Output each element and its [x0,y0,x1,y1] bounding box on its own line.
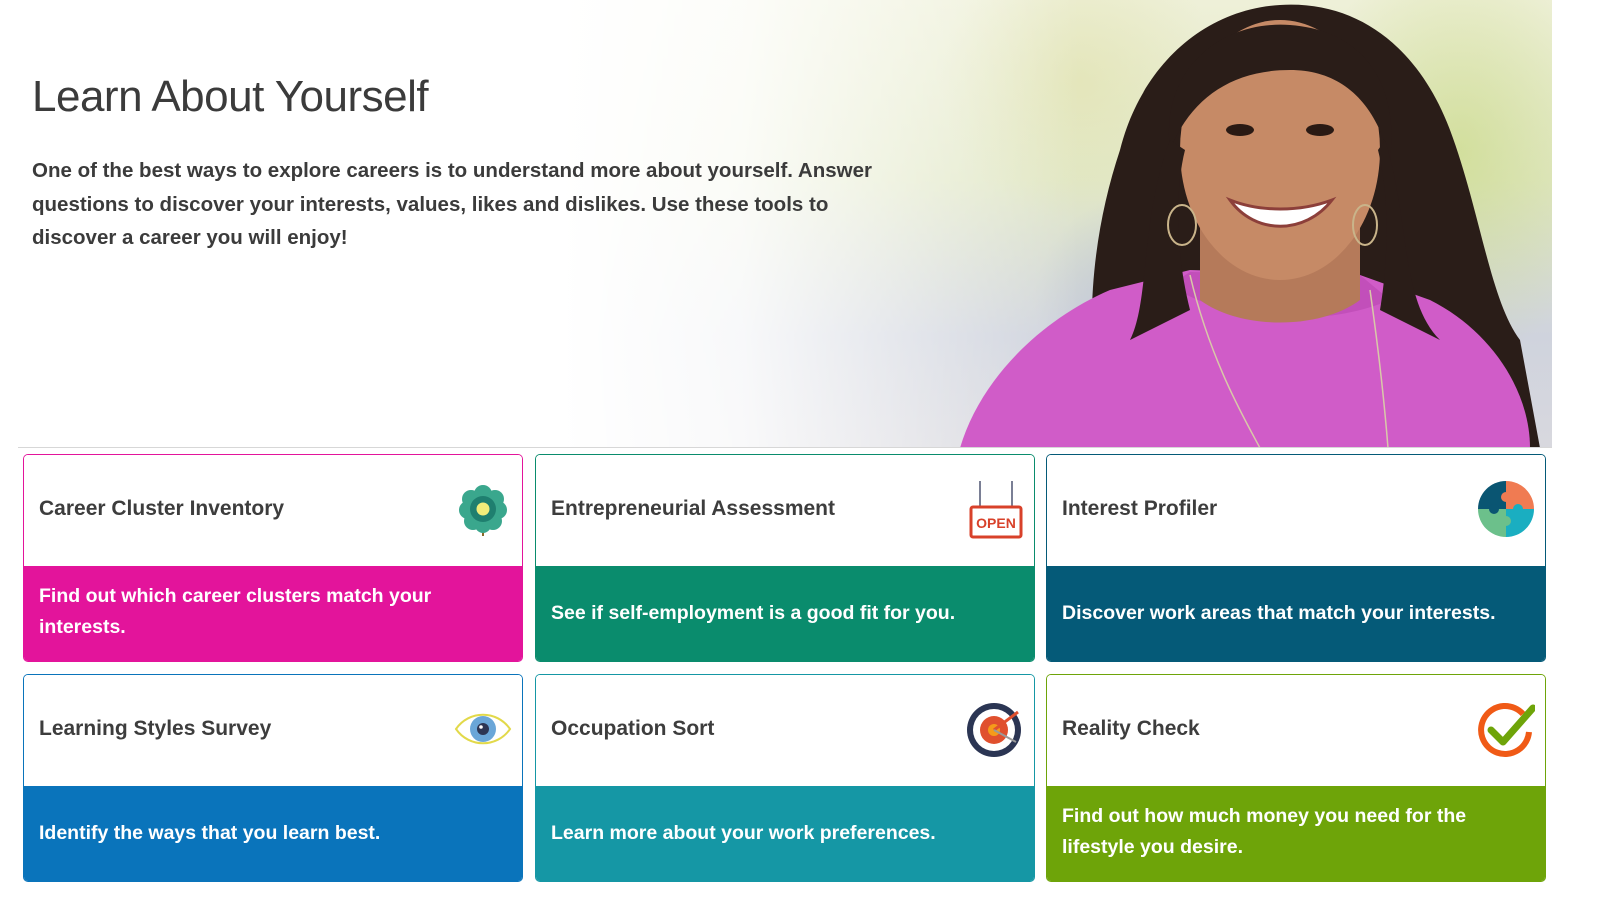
hero-banner: Learn About Yourself One of the best way… [0,0,1552,448]
card-header: Reality Check [1047,675,1545,786]
page-title: Learn About Yourself [32,72,429,121]
card-entrepreneurial-assessment[interactable]: Entrepreneurial Assessment OPEN See if s… [535,454,1035,662]
card-header: Interest Profiler [1047,455,1545,566]
card-description: Identify the ways that you learn best. [39,822,381,844]
card-title[interactable]: Occupation Sort [551,717,714,741]
section-divider [18,447,1552,448]
card-description: Find out which career clusters match you… [39,584,432,638]
target-icon [967,703,1021,757]
card-body: Find out which career clusters match you… [24,566,522,661]
card-title[interactable]: Reality Check [1062,717,1200,741]
card-header: Occupation Sort [536,675,1034,786]
card-title[interactable]: Entrepreneurial Assessment [551,497,835,521]
flower-icon [459,485,507,536]
checkmark-icon [1478,702,1535,757]
card-description: Learn more about your work preferences. [551,822,936,844]
card-reality-check[interactable]: Reality Check Find out how much money yo… [1046,674,1546,882]
hero-description: One of the best ways to explore careers … [32,159,872,249]
card-body: Learn more about your work preferences. [536,786,1034,881]
card-title[interactable]: Learning Styles Survey [39,717,271,741]
card-description: See if self-employment is a good fit for… [551,602,956,624]
card-body: Find out how much money you need for the… [1047,786,1545,881]
card-title[interactable]: Career Cluster Inventory [39,497,284,521]
card-body: Discover work areas that match your inte… [1047,566,1545,661]
card-description: Find out how much money you need for the… [1062,804,1467,858]
eye-icon [454,713,512,745]
card-body: Identify the ways that you learn best. [24,786,522,881]
hero-portrait-image [960,4,1540,448]
card-header: Learning Styles Survey [24,675,522,786]
card-title[interactable]: Interest Profiler [1062,497,1217,521]
card-interest-profiler[interactable]: Interest Profiler Discover work areas th… [1046,454,1546,662]
open-sign-icon: OPEN [969,481,1023,539]
card-header: Entrepreneurial Assessment OPEN [536,455,1034,566]
card-occupation-sort[interactable]: Occupation Sort Learn more about your wo… [535,674,1035,882]
card-career-cluster-inventory[interactable]: Career Cluster Inventory Find out which … [23,454,523,662]
card-learning-styles-survey[interactable]: Learning Styles Survey Identify the ways… [23,674,523,882]
puzzle-icon [1478,481,1534,537]
card-description: Discover work areas that match your inte… [1062,602,1496,624]
open-sign-text: OPEN [976,515,1016,531]
card-body: See if self-employment is a good fit for… [536,566,1034,661]
card-header: Career Cluster Inventory [24,455,522,566]
